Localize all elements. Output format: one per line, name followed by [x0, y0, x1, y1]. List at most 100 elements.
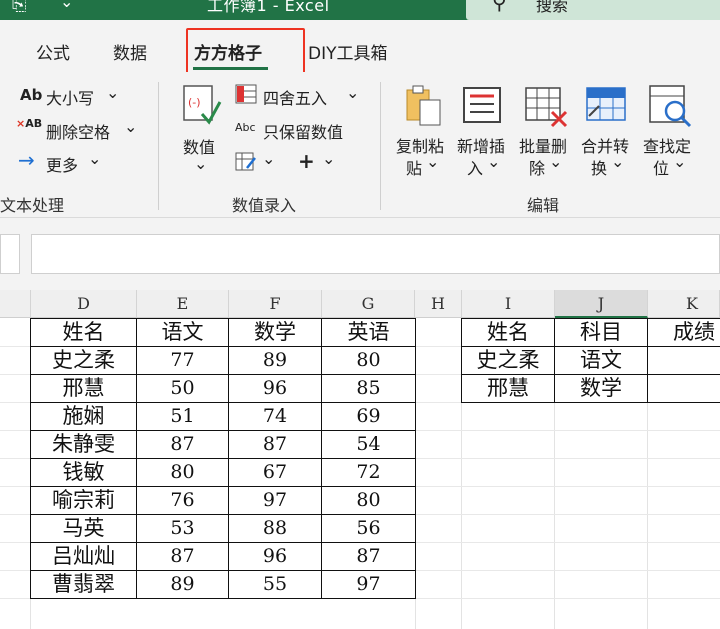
table-cell[interactable]: 55: [229, 570, 321, 598]
table-cell[interactable]: 吕灿灿: [31, 542, 136, 570]
more-label: 更多: [46, 156, 79, 175]
chevron-down-icon: ⌄: [346, 83, 360, 102]
table-cell[interactable]: 72: [322, 458, 415, 486]
table-cell[interactable]: 87: [137, 430, 228, 458]
table-cell[interactable]: 87: [229, 430, 321, 458]
merge-convert-label-2: 换: [591, 159, 608, 178]
table-cell[interactable]: 钱敏: [31, 458, 136, 486]
svg-text:(-): (-): [188, 96, 201, 109]
table-cell[interactable]: 邢慧: [462, 374, 554, 402]
formula-input[interactable]: [31, 234, 720, 274]
tab-diy-toolbox[interactable]: DIY工具箱: [308, 39, 388, 64]
quick-access-dropdown-icon[interactable]: ⌄: [60, 0, 73, 11]
table-cell[interactable]: 史之柔: [462, 346, 554, 374]
merge-grid-icon: [586, 87, 626, 121]
table-cell[interactable]: 54: [322, 430, 415, 458]
table-cell[interactable]: 96: [229, 374, 321, 402]
table-cell[interactable]: 80: [322, 346, 415, 374]
table-cell[interactable]: [648, 374, 720, 402]
column-header-d[interactable]: D: [31, 290, 137, 318]
search-icon: ⚲: [492, 0, 507, 14]
table-cell[interactable]: 88: [229, 514, 321, 542]
table-cell[interactable]: 喻宗莉: [31, 486, 136, 514]
chevron-down-icon: ⌄: [106, 83, 120, 102]
chevron-down-icon: ⌄: [322, 149, 336, 168]
table-cell[interactable]: 姓名: [31, 318, 136, 346]
round-label: 四舍五入: [263, 89, 328, 108]
table-cell[interactable]: 76: [137, 486, 228, 514]
table-cell[interactable]: 97: [322, 570, 415, 598]
table-cell[interactable]: 96: [229, 542, 321, 570]
table-cell[interactable]: 80: [137, 458, 228, 486]
column-header-c[interactable]: [0, 290, 31, 318]
table-cell[interactable]: 数学: [229, 318, 321, 346]
case-label: 大小写: [46, 89, 95, 108]
table-cell[interactable]: 史之柔: [31, 346, 136, 374]
title-bar: ⎘ ⌄ 工作簿1 - Excel ⚲ 搜索: [0, 0, 720, 20]
table-cell[interactable]: 80: [322, 486, 415, 514]
insert-label-2: 入: [467, 159, 484, 178]
clipboard-icon: [406, 85, 441, 126]
table-cell[interactable]: [648, 346, 720, 374]
table-cell[interactable]: 87: [322, 542, 415, 570]
find-locate-label-2: 位: [653, 159, 670, 178]
abc-icon: Abc: [235, 121, 256, 134]
chevron-down-icon: ⌄: [194, 154, 208, 173]
table-cell[interactable]: 语文: [555, 346, 647, 374]
chevron-down-icon: ⌄: [88, 149, 102, 168]
column-header-j[interactable]: J: [555, 290, 648, 318]
table-cell[interactable]: 50: [137, 374, 228, 402]
table-cell[interactable]: 51: [137, 402, 228, 430]
table-cell[interactable]: 朱静雯: [31, 430, 136, 458]
chevron-down-icon: ⌄: [487, 152, 501, 171]
chevron-down-icon: ⌄: [673, 152, 687, 171]
table-cell[interactable]: 77: [137, 346, 228, 374]
table-cell[interactable]: 87: [137, 542, 228, 570]
ribbon: Ab 大小写 ⌄ ×AB 删除空格 ⌄ → 更多 ⌄ 文本处理 (-) 数值 ⌄…: [0, 72, 720, 218]
group-separator: [380, 82, 381, 210]
save-icon[interactable]: ⎘: [12, 0, 26, 15]
chevron-down-icon: ⌄: [549, 152, 563, 171]
table-cell[interactable]: 马英: [31, 514, 136, 542]
column-header-k[interactable]: K: [648, 290, 720, 318]
table-cell[interactable]: 姓名: [462, 318, 554, 346]
delete-grid-icon: [525, 87, 568, 128]
case-icon: Ab: [20, 86, 43, 104]
table-cell[interactable]: 56: [322, 514, 415, 542]
table-cell[interactable]: 科目: [555, 318, 647, 346]
table-cell[interactable]: 施娴: [31, 402, 136, 430]
table-cell[interactable]: 89: [137, 570, 228, 598]
table-cell[interactable]: 89: [229, 346, 321, 374]
column-header-f[interactable]: F: [229, 290, 322, 318]
remove-spaces-icon: ×AB: [16, 117, 43, 130]
table-cell[interactable]: 英语: [322, 318, 415, 346]
edit-table-icon: [235, 152, 256, 171]
highlight-box: [186, 28, 305, 75]
remove-spaces-label: 删除空格: [46, 123, 111, 142]
group-label-text-processing: 文本处理: [0, 196, 65, 215]
column-header-g[interactable]: G: [322, 290, 415, 318]
table-cell[interactable]: 85: [322, 374, 415, 402]
table-cell[interactable]: 67: [229, 458, 321, 486]
column-header-e[interactable]: E: [137, 290, 229, 318]
chevron-down-icon: ⌄: [611, 152, 625, 171]
table-cell[interactable]: 成绩: [648, 318, 720, 346]
table-cell[interactable]: 数学: [555, 374, 647, 402]
search-box[interactable]: ⚲ 搜索: [466, 0, 720, 20]
tab-formulas[interactable]: 公式: [36, 39, 70, 64]
column-header-i[interactable]: I: [462, 290, 555, 318]
tab-data[interactable]: 数据: [113, 39, 147, 64]
search-placeholder: 搜索: [536, 0, 569, 15]
table-cell[interactable]: 74: [229, 402, 321, 430]
table-cell[interactable]: 邢慧: [31, 374, 136, 402]
table-cell[interactable]: 69: [322, 402, 415, 430]
group-label-numeric-entry: 数值录入: [232, 196, 297, 215]
table-cell[interactable]: 曹翡翠: [31, 570, 136, 598]
table-cell[interactable]: 53: [137, 514, 228, 542]
table-cell[interactable]: 97: [229, 486, 321, 514]
table-cell[interactable]: 语文: [137, 318, 228, 346]
name-box[interactable]: [0, 234, 20, 274]
worksheet-grid[interactable]: D E F G H I J K 姓名 语文 数学 英语 史之柔 77 89 80…: [0, 290, 720, 629]
copy-paste-label-2: 贴: [406, 159, 423, 178]
column-header-h[interactable]: H: [415, 290, 462, 318]
